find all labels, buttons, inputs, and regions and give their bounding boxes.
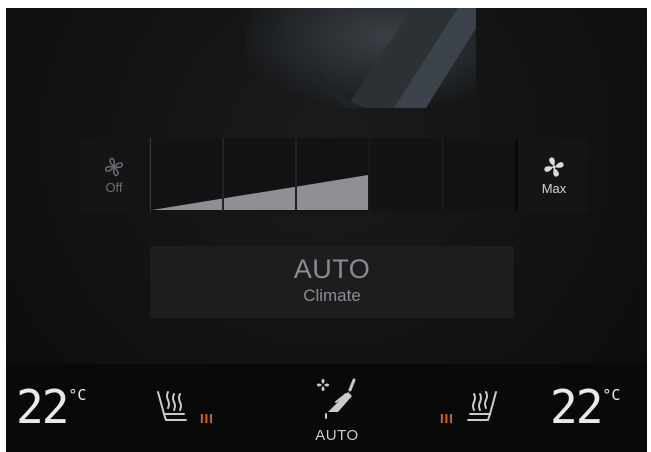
fan-outline-icon — [104, 157, 124, 176]
driver-seat-heat-button[interactable]: III — [154, 388, 218, 428]
fan-off-button[interactable]: Off — [80, 138, 148, 212]
driver-temperature[interactable]: 22°C — [16, 380, 86, 434]
fan-max-label: Max — [541, 180, 567, 196]
auto-climate-title: AUTO — [293, 254, 371, 284]
passenger-seat-heat-level: III — [440, 411, 454, 426]
auto-climate-subtitle: Climate — [303, 286, 361, 305]
air-distribution-button[interactable]: AUTO — [302, 376, 372, 444]
driver-temp-value: 22 — [16, 380, 69, 434]
fan-level-bar[interactable] — [150, 138, 518, 212]
fan-filled-icon — [544, 156, 564, 177]
auto-climate-button[interactable]: AUTO Climate — [150, 246, 514, 318]
air-distribution-label: AUTO — [315, 427, 359, 444]
fan-speed-control: Off Max — [80, 138, 590, 212]
seat-heating-icon — [466, 391, 497, 421]
passenger-temp-value: 22 — [550, 380, 603, 434]
passenger-seat-heat-button[interactable]: III — [436, 388, 500, 428]
passenger-temperature[interactable]: 22°C — [550, 380, 620, 434]
air-distribution-icon — [317, 378, 356, 419]
driver-temp-unit: °C — [68, 386, 87, 404]
passenger-temp-unit: °C — [602, 386, 621, 404]
driver-seat-heat-level: III — [200, 411, 214, 426]
fan-max-button[interactable]: Max — [520, 138, 588, 212]
seat-illustration — [316, 8, 476, 108]
fan-level-fill — [152, 138, 368, 212]
seat-heating-icon — [157, 391, 187, 421]
fan-off-label: Off — [105, 179, 123, 195]
climate-screen: Off Max AUTO Climate 22°C III AUTO III 2… — [6, 8, 647, 452]
climate-bottom-bar: 22°C III AUTO III 22°C — [6, 364, 647, 452]
